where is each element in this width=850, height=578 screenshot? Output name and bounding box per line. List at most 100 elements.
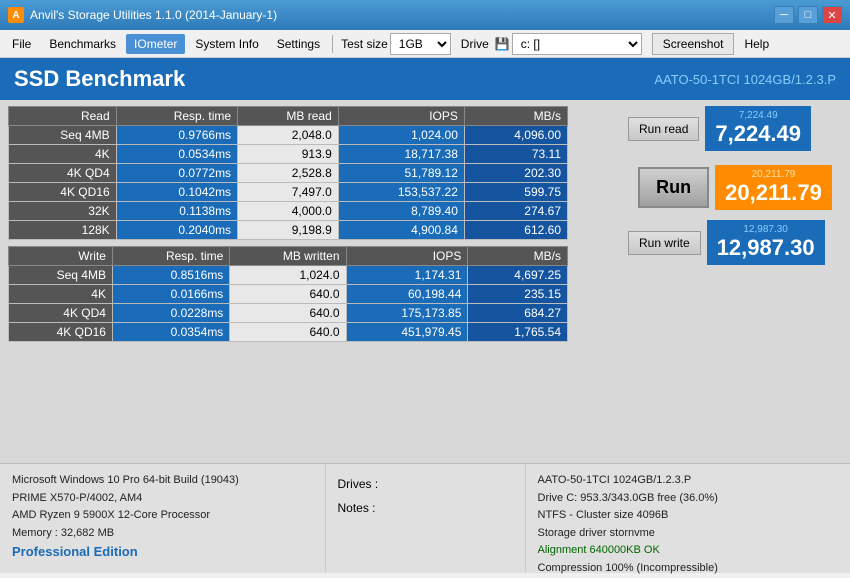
window-title: Anvil's Storage Utilities 1.1.0 (2014-Ja… [30, 8, 774, 22]
write-iops: 175,173.85 [346, 304, 468, 323]
write-mb: 640.0 [230, 285, 346, 304]
run-write-button[interactable]: Run write [628, 231, 701, 255]
write-score-small: 12,987.30 [717, 224, 815, 235]
sysinfo-line3: AMD Ryzen 9 5900X 12-Core Processor [12, 507, 313, 525]
drive-driver: Storage driver stornvme [538, 525, 839, 543]
pro-edition-label: Professional Edition [12, 542, 313, 563]
read-mbs: 73.11 [464, 145, 567, 164]
menu-sysinfo[interactable]: System Info [187, 34, 266, 54]
separator-1 [332, 35, 333, 53]
run-write-area: Run write 12,987.30 12,987.30 [628, 220, 842, 265]
read-resp-time: 0.1042ms [116, 183, 237, 202]
drive-model: AATO-50-1TCI 1024GB/1.2.3.P [538, 472, 839, 490]
header-subtitle: AATO-50-1TCI 1024GB/1.2.3.P [654, 72, 836, 87]
total-score-big: 20,211.79 [725, 180, 822, 206]
read-iops: 8,789.40 [338, 202, 464, 221]
write-row-label: 4K QD16 [9, 323, 113, 342]
run-total-area: Run 20,211.79 20,211.79 [628, 165, 842, 210]
drive-details: AATO-50-1TCI 1024GB/1.2.3.P Drive C: 953… [525, 464, 850, 573]
read-row-label: 32K [9, 202, 117, 221]
col-mb-read: MB read [238, 107, 339, 126]
read-table-row: 32K0.1138ms4,000.08,789.40274.67 [9, 202, 568, 221]
write-table-row: 4K QD40.0228ms640.0175,173.85684.27 [9, 304, 568, 323]
sysinfo-line1: Microsoft Windows 10 Pro 64-bit Build (1… [12, 472, 313, 490]
drive-select[interactable]: c: [] [512, 33, 642, 55]
menu-iometer[interactable]: IOmeter [126, 34, 185, 54]
read-table-row: Seq 4MB0.9766ms2,048.01,024.004,096.00 [9, 126, 568, 145]
read-mb: 7,497.0 [238, 183, 339, 202]
maximize-button[interactable]: □ [798, 6, 818, 24]
title-bar: A Anvil's Storage Utilities 1.1.0 (2014-… [0, 0, 850, 30]
read-mbs: 202.30 [464, 164, 567, 183]
read-mb: 2,528.8 [238, 164, 339, 183]
write-mb: 1,024.0 [230, 266, 346, 285]
write-iops: 60,198.44 [346, 285, 468, 304]
read-table-row: 4K QD160.1042ms7,497.0153,537.22599.75 [9, 183, 568, 202]
menu-benchmarks[interactable]: Benchmarks [41, 34, 124, 54]
write-table-row: 4K QD160.0354ms640.0451,979.451,765.54 [9, 323, 568, 342]
run-button[interactable]: Run [638, 167, 709, 208]
drive-alignment: Alignment 640000KB OK [538, 542, 839, 560]
read-iops: 4,900.84 [338, 221, 464, 240]
total-score-box: 20,211.79 20,211.79 [715, 165, 832, 210]
menu-settings[interactable]: Settings [269, 34, 328, 54]
notes-label: Notes : [338, 496, 513, 520]
write-score-big: 12,987.30 [717, 235, 815, 261]
drives-label: Drives : [338, 472, 513, 496]
write-mb: 640.0 [230, 323, 346, 342]
drive-ntfs: NTFS - Cluster size 4096B [538, 507, 839, 525]
read-resp-time: 0.9766ms [116, 126, 237, 145]
read-score-small: 7,224.49 [715, 110, 801, 121]
menu-file[interactable]: File [4, 34, 39, 54]
run-read-button[interactable]: Run read [628, 117, 699, 141]
col-mbs-r: MB/s [464, 107, 567, 126]
side-panel: Run read 7,224.49 7,224.49 Run 20,211.79… [620, 100, 850, 463]
read-score-big: 7,224.49 [715, 121, 801, 147]
sys-info: Microsoft Windows 10 Pro 64-bit Build (1… [0, 464, 325, 573]
read-mb: 9,198.9 [238, 221, 339, 240]
write-row-label: 4K [9, 285, 113, 304]
read-iops: 153,537.22 [338, 183, 464, 202]
minimize-button[interactable]: ─ [774, 6, 794, 24]
read-mb: 2,048.0 [238, 126, 339, 145]
drives-notes: Drives : Notes : [325, 464, 525, 573]
drive-icon: 💾 [495, 37, 510, 51]
read-mbs: 274.67 [464, 202, 567, 221]
write-resp-time: 0.0228ms [112, 304, 229, 323]
read-row-label: 4K QD16 [9, 183, 117, 202]
read-row-label: 4K [9, 145, 117, 164]
read-iops: 51,789.12 [338, 164, 464, 183]
drive-label: Drive [461, 37, 489, 51]
read-row-label: 4K QD4 [9, 164, 117, 183]
read-mbs: 4,096.00 [464, 126, 567, 145]
write-iops: 1,174.31 [346, 266, 468, 285]
read-table-row: 128K0.2040ms9,198.94,900.84612.60 [9, 221, 568, 240]
read-table-row: 4K0.0534ms913.918,717.3873.11 [9, 145, 568, 164]
write-resp-time: 0.0166ms [112, 285, 229, 304]
write-resp-time: 0.0354ms [112, 323, 229, 342]
screenshot-button[interactable]: Screenshot [652, 33, 735, 55]
test-size-label: Test size [341, 37, 388, 51]
bottom-bar: Microsoft Windows 10 Pro 64-bit Build (1… [0, 463, 850, 573]
write-mbs: 235.15 [468, 285, 568, 304]
help-menu-item[interactable]: Help [736, 34, 777, 54]
total-score-small: 20,211.79 [725, 169, 822, 180]
write-mbs: 1,765.54 [468, 323, 568, 342]
read-resp-time: 0.1138ms [116, 202, 237, 221]
test-size-select[interactable]: 1GB 4GB 16GB [390, 33, 451, 55]
write-table-row: Seq 4MB0.8516ms1,024.01,174.314,697.25 [9, 266, 568, 285]
read-resp-time: 0.0772ms [116, 164, 237, 183]
write-mbs: 4,697.25 [468, 266, 568, 285]
header-banner: SSD Benchmark AATO-50-1TCI 1024GB/1.2.3.… [0, 58, 850, 100]
write-score-box: 12,987.30 12,987.30 [707, 220, 825, 265]
app-icon: A [8, 7, 24, 23]
read-iops: 1,024.00 [338, 126, 464, 145]
col-iops-r: IOPS [338, 107, 464, 126]
sysinfo-line4: Memory : 32,682 MB [12, 525, 313, 543]
read-mbs: 612.60 [464, 221, 567, 240]
col-write: Write [9, 247, 113, 266]
read-mbs: 599.75 [464, 183, 567, 202]
header-title: SSD Benchmark [14, 66, 185, 92]
write-resp-time: 0.8516ms [112, 266, 229, 285]
close-button[interactable]: ✕ [822, 6, 842, 24]
